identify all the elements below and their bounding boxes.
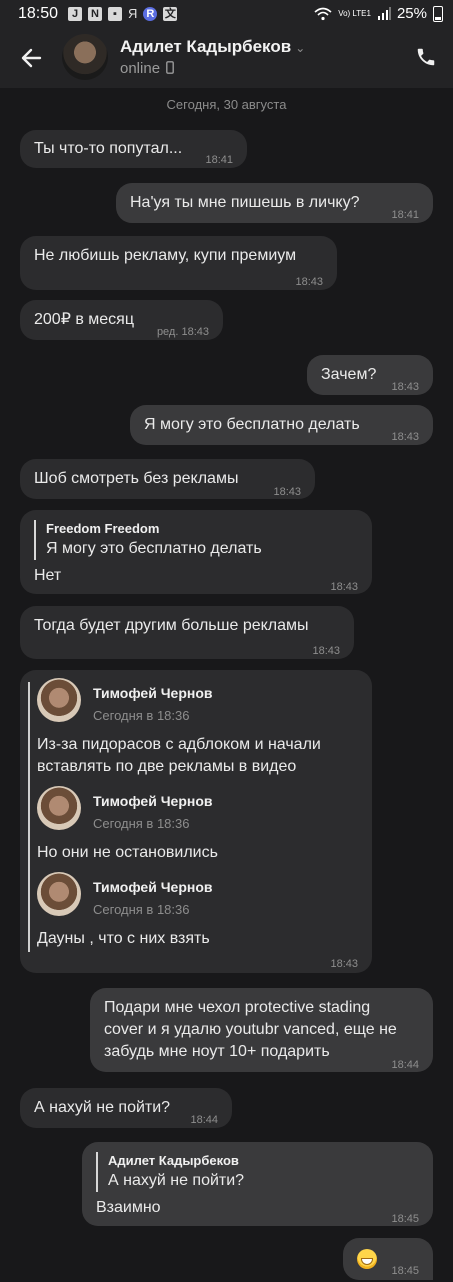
reply-quote[interactable]: Freedom Freedom Я могу это бесплатно дел… [34,520,358,560]
notification-icons: J N ▪ Я R 文 [68,6,178,21]
message-time: 18:43 [391,381,419,393]
message-text: Тогда будет другим больше рекламы [34,617,309,634]
message-text: Ты что-то попутал... [34,140,183,157]
notification-r-icon: R [143,6,158,21]
image-icon: ▪ [108,6,122,21]
message-time: 18:45 [391,1213,419,1225]
message-time: 18:43 [312,645,340,657]
battery-icon [433,5,443,22]
message-bubble-outgoing[interactable]: Зачем? 18:43 [307,355,433,395]
message-bubble-incoming-reply[interactable]: Freedom Freedom Я могу это бесплатно дел… [20,510,372,594]
forward-author-name[interactable]: Тимофей Чернов [93,790,213,812]
message-bubble-incoming[interactable]: Не любишь рекламу, купи премиум 18:43 [20,236,337,290]
message-time: 18:41 [391,209,419,221]
message-time: 18:43 [391,431,419,443]
forward-date: Сегодня в 18:36 [93,708,190,723]
forward-text-line: Из-за пидорасов с адблоком и начали [37,736,321,753]
message-time: 18:43 [273,486,301,498]
signal-icon [377,6,391,20]
forward-date: Сегодня в 18:36 [93,902,190,917]
message-text: Нет [34,567,62,584]
chevron-down-icon: ⌄ [295,41,306,55]
forward-author-avatar[interactable] [37,678,81,722]
grinning-face-icon [357,1248,377,1269]
contact-name[interactable]: Адилет Кадырбеков ⌄ [120,37,305,57]
message-time: ред. 18:43 [156,326,209,338]
translate-icon: 文 [163,6,178,21]
message-bubble-incoming[interactable]: Шоб смотреть без рекламы 18:43 [20,459,315,499]
message-time: 18:44 [391,1059,419,1071]
message-time: 18:43 [330,581,358,593]
message-text: А нахуй не пойти? [34,1099,171,1116]
message-bubble-incoming[interactable]: 200₽ в месяц ред. 18:43 [20,300,223,340]
message-text: Зачем? [321,366,377,383]
message-bubble-outgoing[interactable]: Подари мне чехол protective stading cove… [90,988,433,1072]
message-text: 200₽ в месяц [34,311,134,328]
mobile-device-icon [166,61,175,74]
message-bubble-outgoing[interactable]: На'уя ты мне пишешь в личку? 18:41 [116,183,433,223]
message-time: 18:45 [391,1265,419,1277]
forward-text: Из-за пидорасов с адблоком и начали вста… [37,734,321,778]
chat-header: Адилет Кадырбеков ⌄ online [0,28,453,88]
contact-name-text: Адилет Кадырбеков [120,37,292,56]
message-bubble-incoming[interactable]: Тогда будет другим больше рекламы 18:43 [20,606,354,659]
contact-status-text: online [120,60,161,77]
message-text-line: забудь мне ноут 10+ подарить [104,1043,330,1060]
wifi-icon [314,7,332,20]
back-arrow-icon[interactable] [18,44,46,72]
message-bubble-incoming[interactable]: А нахуй не пойти? 18:44 [20,1088,232,1128]
forward-bar [28,682,30,952]
message-time: 18:44 [190,1114,218,1126]
message-time: 18:43 [330,958,358,970]
notification-j-icon: J [68,6,82,21]
reply-quote[interactable]: Адилет Кадырбеков А нахуй не пойти? [96,1152,419,1192]
forward-author-avatar[interactable] [37,786,81,830]
reply-quote-text: А нахуй не пойти? [108,1172,245,1189]
message-text-line: Подари мне чехол protective stading [104,999,371,1016]
notification-n-icon: N [88,6,102,21]
forward-date: Сегодня в 18:36 [93,816,190,831]
message-text: На'уя ты мне пишешь в личку? [130,194,360,211]
reply-quote-author: Freedom Freedom [46,521,160,536]
message-bubble-outgoing-reply[interactable]: Адилет Кадырбеков А нахуй не пойти? Взаи… [82,1142,433,1226]
volte-icon: Vo) LTE1 [338,8,371,18]
forward-author-avatar[interactable] [37,872,81,916]
phone-call-icon[interactable] [415,46,437,68]
message-text: Шоб смотреть без рекламы [34,470,239,487]
message-text: Не любишь рекламу, купи премиум [34,247,297,264]
message-bubble-incoming[interactable]: Ты что-то попутал... 18:41 [20,130,247,168]
status-time: 18:50 [18,5,59,22]
yandex-icon: Я [128,6,138,21]
forward-text: Но они не остановились [37,844,218,861]
forward-author-name[interactable]: Тимофей Чернов [93,682,213,704]
message-bubble-outgoing[interactable]: 18:45 [343,1238,433,1280]
system-icons: Vo) LTE1 25% [314,5,443,22]
date-separator: Сегодня, 30 августа [166,97,287,112]
reply-quote-author: Адилет Кадырбеков [108,1153,239,1168]
message-text: Я могу это бесплатно делать [144,416,360,433]
status-bar: 18:50 J N ▪ Я R 文 Vo) LTE1 25% [0,0,453,28]
message-text: Взаимно [96,1199,161,1216]
forwarded-messages-bubble[interactable]: Тимофей Чернов Сегодня в 18:36 Из-за пид… [20,670,372,973]
contact-status: online [120,60,175,77]
battery-percent: 25% [396,5,427,22]
message-time: 18:43 [295,276,323,288]
forward-author-name[interactable]: Тимофей Чернов [93,876,213,898]
message-bubble-outgoing[interactable]: Я могу это бесплатно делать 18:43 [130,405,433,445]
forward-text-line: вставлять по две рекламы в видео [37,758,297,775]
message-text-line: cover и я удалю youtubr vanced, еще не [104,1021,397,1038]
reply-quote-text: Я могу это бесплатно делать [46,540,262,557]
contact-avatar[interactable] [62,34,108,80]
forward-text: Дауны , что с них взять [37,930,210,947]
message-time: 18:41 [205,154,233,166]
